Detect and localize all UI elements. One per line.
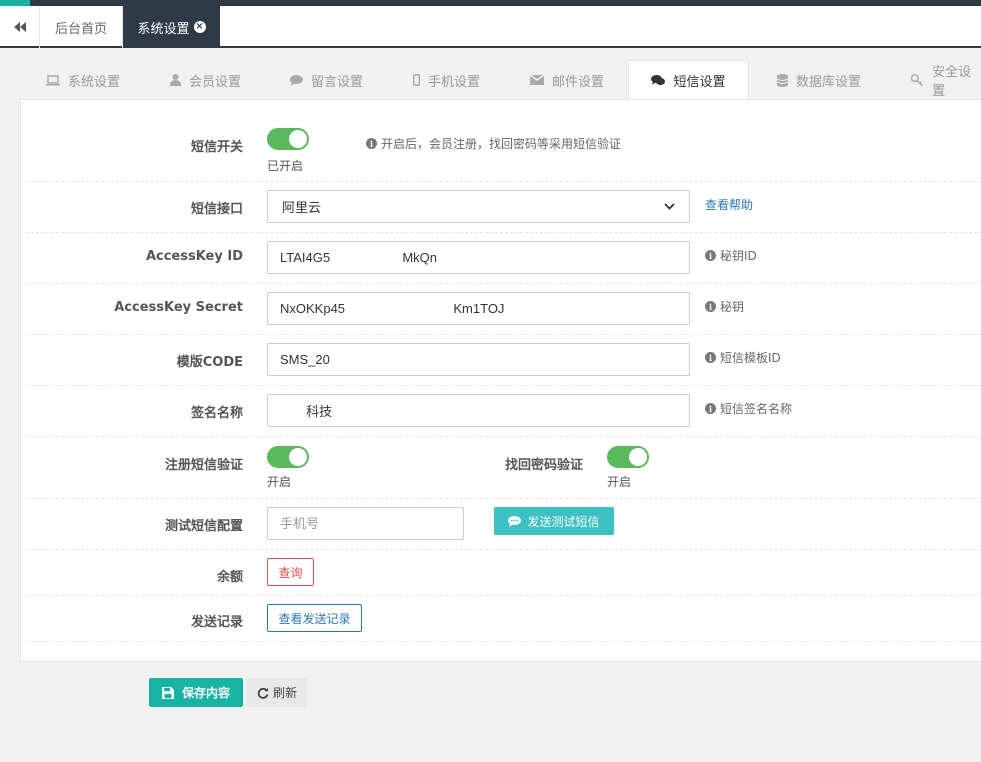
access-key-secret-label: AccessKey Secret [114, 300, 243, 315]
send-test-sms-label: 发送测试短信 [527, 514, 600, 529]
settings-tab-member[interactable]: 会员设置 [170, 60, 241, 100]
access-key-secret-hint: i 秘钥 [705, 298, 744, 315]
settings-tab-database[interactable]: 数据库设置 [777, 60, 861, 100]
row-access-key-secret: AccessKey Secret i 秘钥 [26, 284, 981, 335]
save-button-label: 保存内容 [181, 686, 230, 700]
envelope-icon [530, 75, 544, 85]
settings-tab-label: 留言设置 [311, 74, 364, 90]
query-balance-button[interactable]: 查询 [267, 558, 314, 586]
close-icon[interactable]: × [193, 21, 206, 33]
balance-label: 余额 [216, 570, 243, 585]
access-key-secret-hint-text: 秘钥 [720, 300, 745, 314]
template-code-hint-text: 短信模板ID [720, 351, 781, 365]
template-code-hint: i 短信模板ID [705, 349, 781, 366]
settings-tab-mobile[interactable]: 手机设置 [413, 60, 480, 100]
access-key-id-hint-text: 秘钥ID [720, 249, 757, 263]
double-chevron-left-icon [13, 22, 26, 32]
view-send-records-button[interactable]: 查看发送记录 [267, 604, 362, 632]
sms-switch-state: 已开启 [267, 159, 304, 173]
sms-api-label: 短信接口 [190, 202, 243, 217]
refresh-button[interactable]: 刷新 [247, 678, 307, 707]
help-link[interactable]: 查看帮助 [705, 196, 753, 213]
tab-system-settings-label: 系统设置 [137, 21, 190, 37]
row-access-key-id: AccessKey ID i 秘钥ID [26, 233, 981, 284]
sign-name-input[interactable] [267, 394, 690, 427]
recover-verify-state: 开启 [607, 475, 632, 489]
key-icon [911, 74, 923, 86]
sms-switch-toggle[interactable] [267, 128, 309, 150]
settings-tab-label: 手机设置 [428, 74, 481, 90]
comment-icon [290, 74, 303, 86]
register-verify-state: 开启 [267, 475, 292, 489]
template-code-label: 模版CODE [176, 355, 243, 370]
mobile-icon [413, 74, 420, 86]
comment-icon [508, 515, 522, 527]
save-icon [161, 686, 174, 699]
tab-home[interactable]: 后台首页 [40, 6, 123, 48]
settings-tab-message[interactable]: 留言设置 [290, 60, 363, 100]
sms-switch-label: 短信开关 [190, 140, 243, 155]
settings-tab-label: 安全设置 [932, 65, 972, 99]
row-verify-switches: 注册短信验证 开启 找回密码验证 开启 [26, 437, 981, 499]
settings-tab-bar: 系统设置 会员设置 留言设置 手机设置 邮件设置 短信设置 数据库设置 安全设置 [20, 60, 981, 100]
access-key-id-input[interactable] [267, 241, 690, 274]
sms-api-selected: 阿里云 [282, 201, 322, 216]
access-key-id-hint: i 秘钥ID [705, 247, 757, 264]
settings-tab-security[interactable]: 安全设置 [911, 60, 981, 100]
sign-name-hint-text: 短信签名名称 [720, 402, 793, 416]
row-sign-name: 签名名称 i 短信签名名称 [26, 386, 981, 437]
info-icon: i [705, 301, 716, 312]
register-verify-label: 注册短信验证 [164, 458, 243, 473]
register-verify-toggle[interactable] [267, 446, 309, 468]
settings-tab-label: 数据库设置 [796, 74, 862, 90]
sms-api-select[interactable]: 阿里云 [267, 190, 690, 223]
info-icon: i [705, 250, 716, 261]
comments-icon [651, 75, 666, 85]
settings-tab-sms[interactable]: 短信设置 [628, 60, 749, 100]
settings-tab-system[interactable]: 系统设置 [46, 60, 120, 100]
refresh-icon [257, 687, 269, 699]
sms-switch-hint: i 开启后，会员注册，找回密码等采用短信验证 [366, 135, 621, 152]
settings-tab-label: 会员设置 [189, 74, 242, 90]
send-records-label: 发送记录 [190, 615, 243, 630]
tab-back-button[interactable] [0, 6, 40, 48]
row-test-sms: 测试短信配置 发送测试短信 [26, 499, 981, 550]
laptop-icon [46, 74, 60, 85]
save-button[interactable]: 保存内容 [149, 678, 243, 707]
sms-switch-hint-text: 开启后，会员注册，找回密码等采用短信验证 [381, 137, 622, 151]
info-icon: i [705, 403, 716, 414]
settings-tab-label: 短信设置 [673, 75, 726, 90]
user-icon [170, 74, 181, 86]
settings-tab-label: 系统设置 [68, 74, 121, 90]
row-balance: 余额 查询 [26, 550, 981, 596]
phone-input[interactable] [267, 507, 464, 540]
test-sms-label: 测试短信配置 [164, 519, 243, 534]
sign-name-label: 签名名称 [190, 406, 243, 421]
sms-settings-panel: 短信开关 已开启 i 开启后，会员注册，找回密码等采用短信验证 短信接口 阿里云… [20, 99, 981, 662]
recover-verify-label: 找回密码验证 [504, 458, 583, 473]
send-test-sms-button[interactable]: 发送测试短信 [494, 507, 614, 535]
row-send-records: 发送记录 查看发送记录 [26, 596, 981, 642]
access-key-secret-input[interactable] [267, 292, 690, 325]
row-sms-api: 短信接口 阿里云 查看帮助 [26, 182, 981, 233]
sign-name-hint: i 短信签名名称 [705, 400, 792, 417]
access-key-id-label: AccessKey ID [145, 249, 243, 264]
row-sms-switch: 短信开关 已开启 i 开启后，会员注册，找回密码等采用短信验证 [26, 100, 981, 182]
info-icon: i [366, 138, 377, 149]
recover-verify-toggle[interactable] [607, 446, 649, 468]
refresh-button-label: 刷新 [272, 686, 297, 700]
tab-system-settings[interactable]: 系统设置 × [123, 6, 220, 48]
settings-tab-label: 邮件设置 [552, 74, 605, 90]
row-template-code: 模版CODE i 短信模板ID [26, 335, 981, 386]
database-icon [777, 73, 788, 87]
chevron-down-icon [664, 200, 675, 213]
page-tab-bar: 后台首页 系统设置 × [0, 6, 981, 48]
info-icon: i [705, 352, 716, 363]
settings-tab-email[interactable]: 邮件设置 [530, 60, 604, 100]
template-code-input[interactable] [267, 343, 690, 376]
